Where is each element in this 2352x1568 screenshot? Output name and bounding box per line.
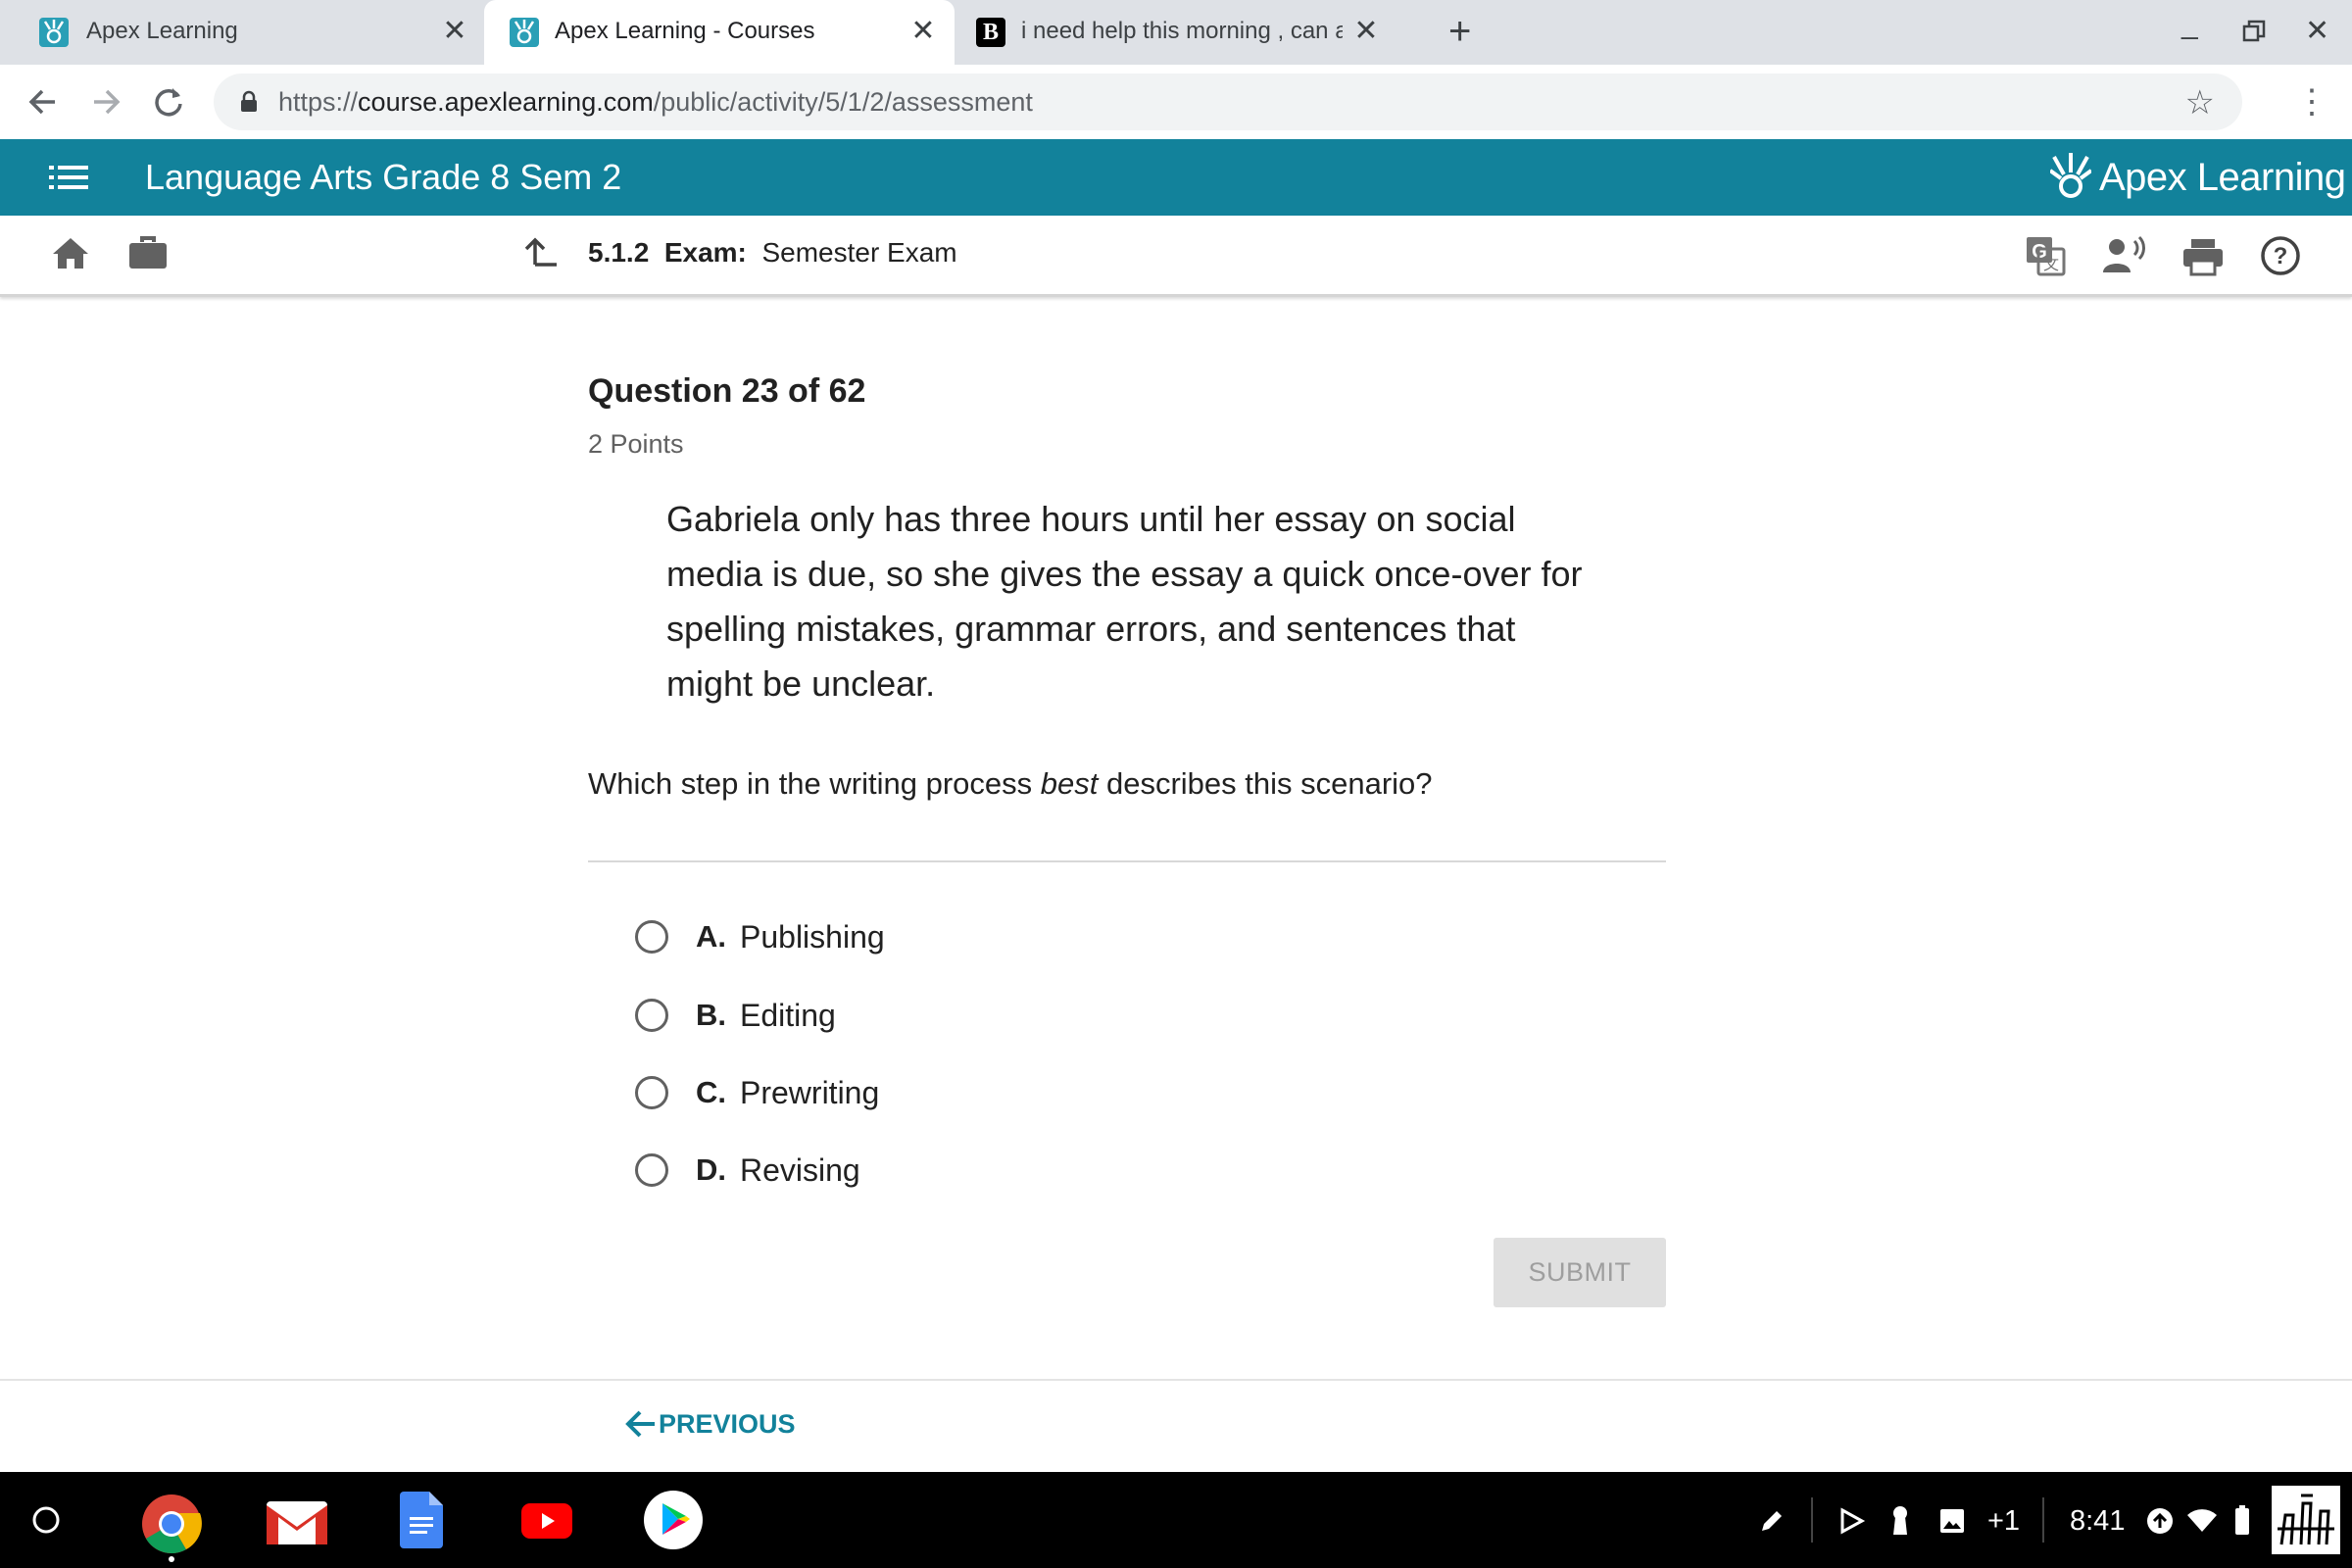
launcher-icon[interactable] [31, 1505, 61, 1535]
answer-choice-d[interactable]: D. Revising [635, 1149, 860, 1192]
play-notification-icon[interactable] [1838, 1507, 1866, 1535]
breadcrumb: 5.1.2 Exam: Semester Exam [588, 237, 957, 269]
back-arrow-icon[interactable] [24, 82, 63, 122]
choice-text[interactable]: Publishing [740, 919, 885, 956]
submit-button[interactable]: SUBMIT [1494, 1238, 1666, 1307]
radio-button[interactable] [635, 999, 668, 1032]
question-prompt: Which step in the writing process best d… [588, 766, 1433, 801]
active-app-dot [169, 1556, 174, 1562]
choice-text[interactable]: Revising [740, 1152, 860, 1189]
tab-title: Apex Learning - Courses [555, 18, 815, 44]
docs-icon[interactable] [400, 1492, 443, 1548]
browser-menu-icon[interactable]: ⋮ [2295, 82, 2328, 122]
close-tab-icon[interactable]: ✕ [906, 14, 941, 49]
chrome-icon[interactable] [141, 1494, 202, 1554]
tab-brainly-question[interactable]: B i need help this morning , can an ✕ [955, 0, 1425, 65]
divider [588, 860, 1666, 862]
activity-toolbar: 5.1.2 Exam: Semester Exam G 文 ? [0, 216, 2352, 297]
user-avatar[interactable] [2272, 1486, 2340, 1554]
restore-window-icon[interactable] [2242, 20, 2266, 43]
course-header: Language Arts Grade 8 Sem 2 Apex Learnin… [0, 139, 2352, 216]
briefcase-icon[interactable] [127, 233, 169, 272]
os-shelf: +1 8:41 [0, 1472, 2352, 1568]
choice-letter: B. [696, 998, 726, 1032]
image-notification-icon[interactable] [1938, 1507, 1966, 1535]
tray-divider [1811, 1497, 1813, 1543]
brand-name: Apex Learning [2099, 155, 2346, 199]
svg-text:文: 文 [2043, 256, 2059, 273]
choice-letter: C. [696, 1075, 726, 1109]
print-icon[interactable] [2181, 237, 2225, 276]
activity-name: Semester Exam [761, 237, 957, 268]
help-icon[interactable]: ? [2260, 235, 2301, 276]
new-tab-button[interactable]: + [1448, 12, 1471, 51]
play-store-icon[interactable] [643, 1490, 704, 1550]
notification-count[interactable]: +1 [1987, 1505, 2020, 1538]
stylus-pen-icon[interactable] [1758, 1507, 1786, 1535]
tray-divider [2042, 1497, 2044, 1543]
close-tab-icon[interactable]: ✕ [437, 14, 472, 49]
answer-choice-c[interactable]: C. Prewriting [635, 1071, 879, 1114]
tab-apex-learning-courses[interactable]: Apex Learning - Courses ✕ [484, 0, 955, 65]
footer-divider [0, 1379, 2352, 1381]
upload-status-icon[interactable] [2146, 1507, 2174, 1535]
url-text[interactable]: https://course.apexlearning.com/public/a… [278, 87, 1033, 118]
minimize-icon[interactable]: _ [2181, 8, 2198, 41]
activity-type: Exam: [663, 237, 747, 268]
close-tab-icon[interactable]: ✕ [1348, 14, 1384, 49]
question-heading: Question 23 of 62 [588, 372, 866, 410]
keyhole-notification-icon[interactable] [1889, 1505, 1911, 1537]
answer-choice-a[interactable]: A. Publishing [635, 915, 885, 958]
menu-list-icon[interactable] [49, 161, 88, 194]
apex-favicon-icon [39, 18, 69, 47]
browser-toolbar: https://course.apexlearning.com/public/a… [0, 65, 2352, 139]
text-to-speech-icon[interactable] [2101, 235, 2148, 274]
choice-letter: D. [696, 1152, 726, 1187]
course-title: Language Arts Grade 8 Sem 2 [145, 157, 622, 197]
lock-icon[interactable] [239, 90, 259, 114]
clock-time[interactable]: 8:41 [2070, 1505, 2125, 1538]
reload-icon[interactable] [149, 82, 188, 122]
apex-logo: Apex Learning [2050, 153, 2346, 202]
apex-favicon-icon [510, 18, 539, 47]
up-arrow-icon[interactable] [521, 233, 561, 272]
radio-button[interactable] [635, 1153, 668, 1187]
question-points: 2 Points [588, 429, 684, 459]
translate-icon[interactable]: G 文 [2025, 235, 2066, 276]
question-passage: Gabriela only has three hours until her … [666, 499, 1583, 704]
battery-icon[interactable] [2234, 1505, 2250, 1535]
close-window-icon[interactable]: ✕ [2305, 14, 2329, 48]
forward-arrow-icon[interactable] [86, 82, 125, 122]
tab-title: i need help this morning , can an [1021, 18, 1343, 44]
address-bar[interactable]: https://course.apexlearning.com/public/a… [214, 74, 2242, 130]
choice-text[interactable]: Prewriting [740, 1075, 879, 1111]
tab-title: Apex Learning [86, 18, 238, 44]
tab-apex-learning[interactable]: Apex Learning ✕ [0, 0, 480, 65]
wifi-icon[interactable] [2187, 1509, 2217, 1533]
prompt-emphasis: best [1040, 766, 1099, 801]
radio-button[interactable] [635, 1076, 668, 1109]
choice-text[interactable]: Editing [740, 998, 836, 1034]
home-icon[interactable] [51, 233, 90, 272]
arrow-left-icon [625, 1410, 655, 1438]
activity-number: 5.1.2 [588, 237, 650, 268]
answer-choice-b[interactable]: B. Editing [635, 994, 836, 1037]
brainly-favicon-icon: B [976, 18, 1005, 47]
radio-button[interactable] [635, 920, 668, 954]
previous-label: PREVIOUS [659, 1408, 796, 1439]
choice-letter: A. [696, 919, 726, 954]
svg-text:?: ? [2274, 243, 2288, 270]
previous-button[interactable]: PREVIOUS [623, 1407, 796, 1441]
gmail-icon[interactable] [267, 1501, 327, 1544]
bookmark-star-icon[interactable]: ☆ [2185, 83, 2215, 122]
browser-tab-strip: Apex Learning ✕ Apex Learning - Courses … [0, 0, 2352, 65]
apex-logo-icon [2050, 153, 2091, 198]
youtube-icon[interactable] [521, 1503, 572, 1539]
